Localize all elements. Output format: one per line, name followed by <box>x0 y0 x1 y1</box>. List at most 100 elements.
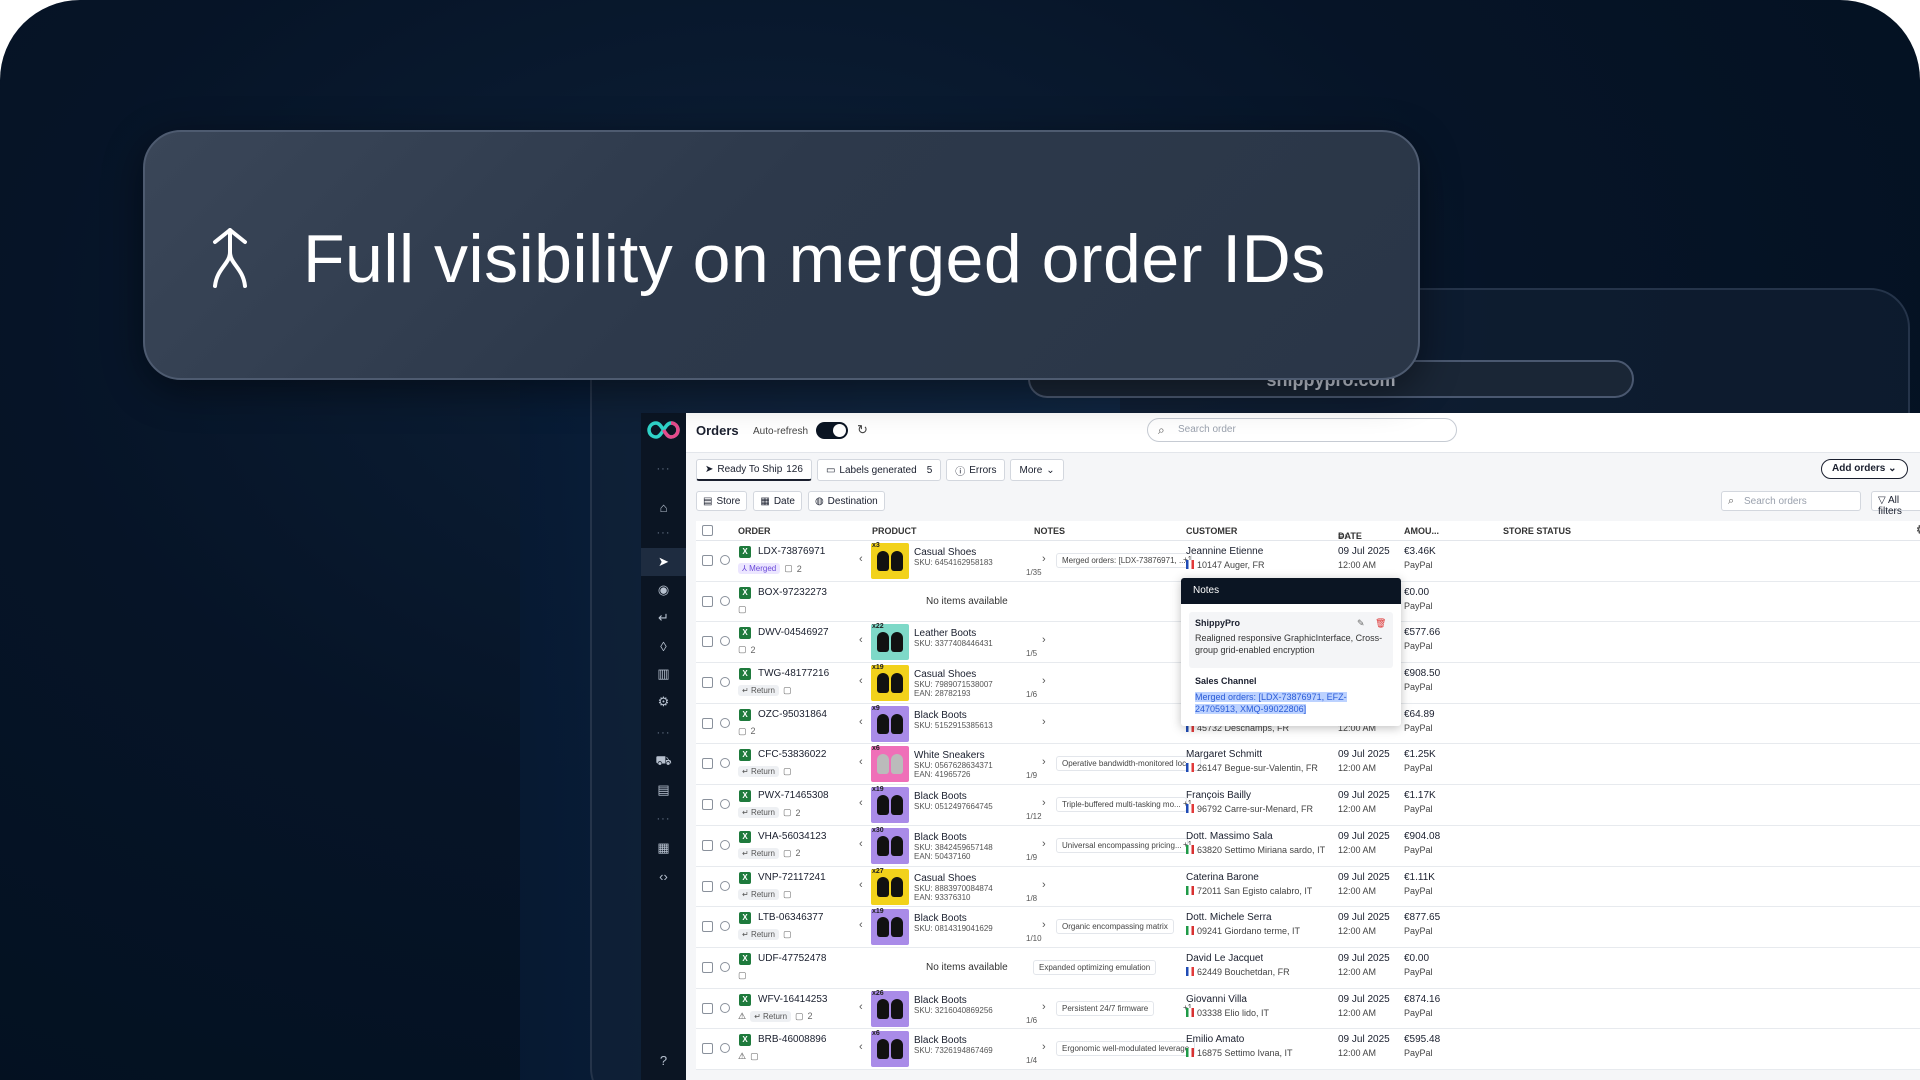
chevron-right-icon[interactable]: › <box>1042 838 1046 850</box>
date-filter-button[interactable]: ▦ Date <box>753 491 802 511</box>
chevron-right-icon[interactable]: › <box>1042 553 1046 565</box>
table-row[interactable]: X BRB-46008896 ⚠ ▢ ‹ x6 Black Boots SKU: 732619… <box>696 1029 1920 1070</box>
row-checkbox[interactable] <box>702 636 713 648</box>
tab-more[interactable]: More ⌄ <box>1010 459 1064 481</box>
truck-icon[interactable]: ⛟ <box>641 748 686 776</box>
ship-icon[interactable]: ➤ <box>641 548 686 576</box>
destination-filter-button[interactable]: ◍ Destination <box>807 491 885 511</box>
order-id[interactable]: TWG-48177216 <box>758 668 829 679</box>
chevron-right-icon[interactable]: › <box>1042 1041 1046 1053</box>
note-icon[interactable]: ▢ <box>783 685 792 696</box>
chevron-left-icon[interactable]: ‹ <box>859 797 863 809</box>
merged-orders-text[interactable]: Merged orders: [LDX-73876971, EFZ-247059… <box>1195 691 1375 715</box>
apps-icon[interactable]: ▦ <box>641 834 686 862</box>
note-chip[interactable]: Organic encompassing matrix <box>1056 919 1174 935</box>
row-checkbox[interactable] <box>702 758 713 770</box>
note-icon[interactable]: ▢ <box>750 1051 759 1062</box>
home-icon[interactable]: ⌂ <box>641 493 686 521</box>
chevron-left-icon[interactable]: ‹ <box>859 838 863 850</box>
tab-errors[interactable]: ⓘ Errors <box>946 459 1006 481</box>
note-chip[interactable]: Triple-buffered multi-tasking mo... <box>1056 797 1187 813</box>
store-icon[interactable]: ▤ <box>641 776 686 804</box>
note-icon[interactable]: ▢ <box>783 807 792 818</box>
row-checkbox[interactable] <box>702 717 713 729</box>
order-id[interactable]: LDX-73876971 <box>758 546 825 557</box>
row-checkbox[interactable] <box>702 555 713 566</box>
return-icon[interactable]: ↵ <box>641 604 686 632</box>
add-orders-button[interactable]: Add orders ⌄ <box>1821 459 1908 479</box>
note-icon[interactable]: ▢ <box>784 563 793 574</box>
table-row[interactable]: X WFV-16414253 ⚠ ↵ Return ▢ 2 ‹ x26 Black Boots S… <box>696 989 1920 1030</box>
table-row[interactable]: X LDX-73876971 ⅄ Merged ▢ 2 ‹ x3 Casual Shoes SK… <box>696 541 1920 582</box>
row-checkbox[interactable] <box>702 921 713 933</box>
select-all-checkbox[interactable] <box>702 525 713 536</box>
col-order[interactable]: ORDER <box>738 526 771 536</box>
table-row[interactable]: X CFC-53836022 ↵ Return ▢ ‹ x6 White Sneakers S… <box>696 744 1920 786</box>
note-chip[interactable]: Universal encompassing pricing... <box>1056 837 1188 853</box>
col-customer[interactable]: CUSTOMER <box>1186 526 1237 536</box>
note-icon[interactable]: ▢ <box>783 889 792 900</box>
chevron-right-icon[interactable]: › <box>1042 716 1046 728</box>
note-icon[interactable]: ▢ <box>783 766 792 777</box>
auto-refresh-toggle[interactable] <box>816 422 848 439</box>
table-row[interactable]: X PWX-71465308 ↵ Return ▢ 2 ‹ x19 Black Boots SK… <box>696 785 1920 826</box>
settings-icon[interactable]: ⚙ <box>1916 522 1920 538</box>
row-checkbox[interactable] <box>702 1002 713 1014</box>
chevron-right-icon[interactable]: › <box>1042 634 1046 646</box>
chevron-left-icon[interactable]: ‹ <box>859 1001 863 1013</box>
table-row[interactable]: X VNP-72117241 ↵ Return ▢ ‹ x27 Casual Shoes SK… <box>696 867 1920 908</box>
store-filter-button[interactable]: ▤ Store <box>696 491 748 511</box>
analytics-icon[interactable]: ▥ <box>641 660 686 688</box>
gear-icon[interactable]: ⚙ <box>641 688 686 716</box>
chevron-right-icon[interactable]: › <box>1042 1001 1046 1013</box>
row-checkbox[interactable] <box>702 1043 713 1055</box>
order-id[interactable]: UDF-47752478 <box>758 953 826 964</box>
order-id[interactable]: BOX-97232273 <box>758 587 827 598</box>
tab-labels-generated[interactable]: ▭ Labels generated 5 <box>816 459 942 481</box>
search-order-input[interactable]: ⌕ Search order <box>1147 418 1457 442</box>
all-filters-button[interactable]: ▽ All filters <box>1871 491 1920 517</box>
table-row[interactable]: X LTB-06346377 ↵ Return ▢ ‹ x19 Black Boots SKU… <box>696 907 1920 948</box>
chevron-left-icon[interactable]: ‹ <box>859 675 863 687</box>
chevron-left-icon[interactable]: ‹ <box>859 553 863 565</box>
note-chip[interactable]: Persistent 24/7 firmware <box>1056 1000 1155 1016</box>
refresh-icon[interactable]: ↻ <box>857 422 868 438</box>
table-row[interactable]: X VHA-56034123 ↵ Return ▢ 2 ‹ x30 Black Boots SK… <box>696 826 1920 867</box>
col-product[interactable]: PRODUCT <box>872 526 917 536</box>
row-checkbox[interactable] <box>702 595 713 607</box>
table-row[interactable]: X UDF-47752478 ▢ No items available Expanded… <box>696 948 1920 989</box>
chevron-left-icon[interactable]: ‹ <box>859 756 863 768</box>
order-id[interactable]: DWV-04546927 <box>758 627 829 638</box>
note-icon[interactable]: ▢ <box>738 644 747 655</box>
chevron-left-icon[interactable]: ‹ <box>859 716 863 728</box>
edit-icon[interactable]: ✎ <box>1357 618 1365 629</box>
col-notes[interactable]: NOTES <box>1034 526 1065 536</box>
order-id[interactable]: PWX-71465308 <box>758 790 829 801</box>
note-chip[interactable]: Expanded optimizing emulation <box>1033 959 1157 975</box>
order-id[interactable]: LTB-06346377 <box>758 912 823 923</box>
note-icon[interactable]: ▢ <box>738 726 747 737</box>
note-chip[interactable]: Ergonomic well-modulated leverage <box>1056 1041 1196 1057</box>
note-chip[interactable]: Operative bandwidth-monitored locala... <box>1056 756 1201 772</box>
chevron-left-icon[interactable]: ‹ <box>859 879 863 891</box>
note-chip[interactable]: Merged orders: [LDX-73876971, ... <box>1056 553 1192 568</box>
note-icon[interactable]: ▢ <box>795 1011 804 1022</box>
row-checkbox[interactable] <box>702 677 713 689</box>
location-icon[interactable]: ◉ <box>641 576 686 604</box>
drop-icon[interactable]: ◊ <box>641 632 686 660</box>
chevron-right-icon[interactable]: › <box>1042 756 1046 768</box>
note-icon[interactable]: ▢ <box>783 848 792 859</box>
order-id[interactable]: CFC-53836022 <box>758 749 826 760</box>
col-amount[interactable]: AMOU... <box>1404 526 1439 536</box>
tab-ready-to-ship[interactable]: ➤ Ready To Ship 126 <box>696 459 812 481</box>
order-id[interactable]: BRB-46008896 <box>758 1034 826 1045</box>
chevron-right-icon[interactable]: › <box>1042 675 1046 687</box>
search-orders-input[interactable]: ⌕ Search orders <box>1721 491 1861 511</box>
order-id[interactable]: OZC-95031864 <box>758 709 827 720</box>
row-checkbox[interactable] <box>702 839 713 851</box>
note-icon[interactable]: ▢ <box>738 970 747 981</box>
note-icon[interactable]: ▢ <box>783 929 792 940</box>
chevron-right-icon[interactable]: › <box>1042 797 1046 809</box>
chevron-left-icon[interactable]: ‹ <box>859 634 863 646</box>
row-checkbox[interactable] <box>702 880 713 892</box>
